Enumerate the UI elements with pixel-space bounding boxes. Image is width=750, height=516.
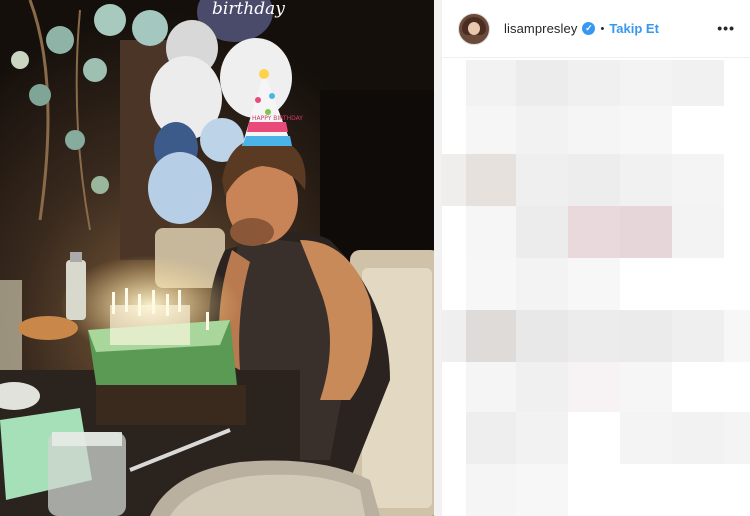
blur-block bbox=[516, 106, 568, 154]
post-header: lisampresley ✓ • Takip Et ••• bbox=[442, 0, 750, 58]
user-avatar[interactable] bbox=[458, 12, 490, 45]
blur-block bbox=[568, 154, 620, 206]
blur-block bbox=[516, 60, 568, 106]
blur-block bbox=[466, 60, 516, 106]
blur-block bbox=[516, 464, 568, 516]
blur-block bbox=[620, 106, 672, 154]
blur-block bbox=[672, 206, 724, 258]
balloon-text: birthday bbox=[212, 0, 285, 19]
blur-block bbox=[620, 60, 672, 106]
blur-block bbox=[672, 60, 724, 106]
blur-block bbox=[466, 258, 516, 310]
blur-block bbox=[620, 154, 672, 206]
post-photo[interactable]: birthday HAPPY BIRTHDAY bbox=[0, 0, 441, 516]
blur-block bbox=[466, 106, 516, 154]
more-options-icon[interactable]: ••• bbox=[717, 20, 735, 36]
blur-block bbox=[620, 412, 672, 464]
follow-button[interactable]: Takip Et bbox=[609, 21, 659, 36]
blur-block bbox=[442, 310, 466, 362]
blur-block bbox=[620, 206, 672, 258]
blur-block bbox=[568, 106, 620, 154]
blur-block bbox=[620, 310, 672, 362]
header-separator: • bbox=[600, 22, 605, 35]
verified-badge-icon: ✓ bbox=[582, 22, 596, 35]
blur-block bbox=[724, 310, 750, 362]
username-link[interactable]: lisampresley bbox=[504, 21, 577, 36]
blur-block bbox=[466, 206, 516, 258]
blur-block bbox=[516, 258, 568, 310]
blur-block bbox=[516, 206, 568, 258]
post-sidebar: lisampresley ✓ • Takip Et ••• bbox=[441, 0, 750, 516]
blur-block bbox=[466, 310, 516, 362]
blur-block bbox=[466, 412, 516, 464]
blur-block bbox=[466, 154, 516, 206]
instagram-post: birthday HAPPY BIRTHDAY lisampresley ✓ •… bbox=[0, 0, 750, 516]
blur-block bbox=[442, 154, 466, 206]
blur-block bbox=[516, 154, 568, 206]
blur-block bbox=[466, 362, 516, 412]
blur-block bbox=[516, 412, 568, 464]
birthday-scene-image: birthday HAPPY BIRTHDAY bbox=[0, 0, 441, 516]
blur-block bbox=[568, 258, 620, 310]
blurred-comments bbox=[442, 58, 750, 516]
blur-block bbox=[620, 362, 672, 412]
blur-block bbox=[724, 412, 750, 464]
blur-block bbox=[466, 464, 516, 516]
blur-block bbox=[672, 154, 724, 206]
avatar-face bbox=[468, 21, 480, 35]
blur-block bbox=[568, 362, 620, 412]
blur-block bbox=[568, 206, 620, 258]
blur-block bbox=[672, 412, 724, 464]
hat-text: HAPPY BIRTHDAY bbox=[252, 115, 303, 122]
blur-block bbox=[516, 310, 568, 362]
blur-block bbox=[516, 362, 568, 412]
blur-block bbox=[672, 310, 724, 362]
blur-block bbox=[568, 310, 620, 362]
blur-block bbox=[568, 60, 620, 106]
